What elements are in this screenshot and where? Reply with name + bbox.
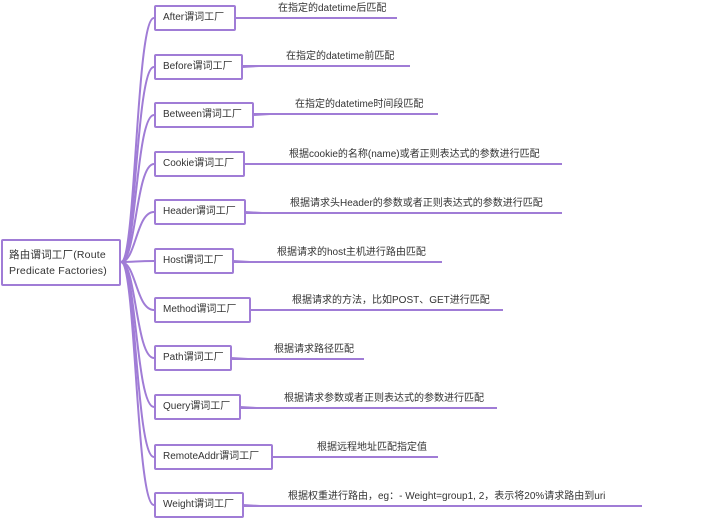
branch-label: RemoteAddr谓词工厂 xyxy=(163,451,260,462)
branch-connector xyxy=(120,17,155,263)
branch-label: After谓词工厂 xyxy=(163,12,225,23)
branch-node[interactable]: Weight谓词工厂 xyxy=(154,492,244,518)
branch-description: 根据请求路径匹配 xyxy=(274,344,354,355)
description-underline xyxy=(230,358,364,360)
description-underline xyxy=(234,17,397,19)
branch-description: 根据请求参数或者正则表达式的参数进行匹配 xyxy=(284,393,484,404)
branch-connector xyxy=(120,261,155,506)
description-underline xyxy=(232,261,442,263)
branch-node[interactable]: Between谓词工厂 xyxy=(154,102,254,128)
description-underline xyxy=(244,212,562,214)
description-underline xyxy=(249,309,503,311)
branch-label: Weight谓词工厂 xyxy=(163,499,234,510)
branch-description: 根据权重进行路由，eg：- Weight=group1, 2，表示将20%请求路… xyxy=(288,491,606,502)
branch-label: Path谓词工厂 xyxy=(163,352,224,363)
branch-node[interactable]: After谓词工厂 xyxy=(154,5,236,31)
description-underline xyxy=(243,163,562,165)
branch-description: 根据请求头Header的参数或者正则表达式的参数进行匹配 xyxy=(290,198,543,209)
branch-node[interactable]: Query谓词工厂 xyxy=(154,394,241,420)
branch-label: Cookie谓词工厂 xyxy=(163,158,235,169)
branch-label: Host谓词工厂 xyxy=(163,255,224,266)
branch-description: 根据请求的方法，比如POST、GET进行匹配 xyxy=(292,295,490,306)
description-underline xyxy=(252,113,438,115)
root-label: 路由谓词工厂(Route Predicate Factories) xyxy=(9,248,107,277)
branch-label: Before谓词工厂 xyxy=(163,61,233,72)
branch-label: Between谓词工厂 xyxy=(163,109,242,120)
branch-description: 根据请求的host主机进行路由匹配 xyxy=(277,247,426,258)
branch-description: 在指定的datetime时间段匹配 xyxy=(295,99,424,110)
branch-node[interactable]: Header谓词工厂 xyxy=(154,199,246,225)
description-underline xyxy=(239,407,497,409)
branch-description: 在指定的datetime前匹配 xyxy=(286,51,395,62)
branch-node[interactable]: Host谓词工厂 xyxy=(154,248,234,274)
branch-description: 根据cookie的名称(name)或者正则表达式的参数进行匹配 xyxy=(289,149,540,160)
branch-label: Method谓词工厂 xyxy=(163,304,237,315)
branch-connector xyxy=(120,260,155,263)
root-node[interactable]: 路由谓词工厂(Route Predicate Factories) xyxy=(1,239,121,286)
branch-node[interactable]: Before谓词工厂 xyxy=(154,54,243,80)
branch-node[interactable]: Cookie谓词工厂 xyxy=(154,151,245,177)
description-underline xyxy=(271,456,438,458)
branch-description: 在指定的datetime后匹配 xyxy=(278,3,387,14)
branch-node[interactable]: Path谓词工厂 xyxy=(154,345,232,371)
description-underline xyxy=(242,505,642,507)
branch-node[interactable]: Method谓词工厂 xyxy=(154,297,251,323)
branch-label: Query谓词工厂 xyxy=(163,401,231,412)
branch-label: Header谓词工厂 xyxy=(163,206,236,217)
branch-description: 根据远程地址匹配指定值 xyxy=(317,442,427,453)
description-underline xyxy=(241,65,410,67)
branch-node[interactable]: RemoteAddr谓词工厂 xyxy=(154,444,273,470)
